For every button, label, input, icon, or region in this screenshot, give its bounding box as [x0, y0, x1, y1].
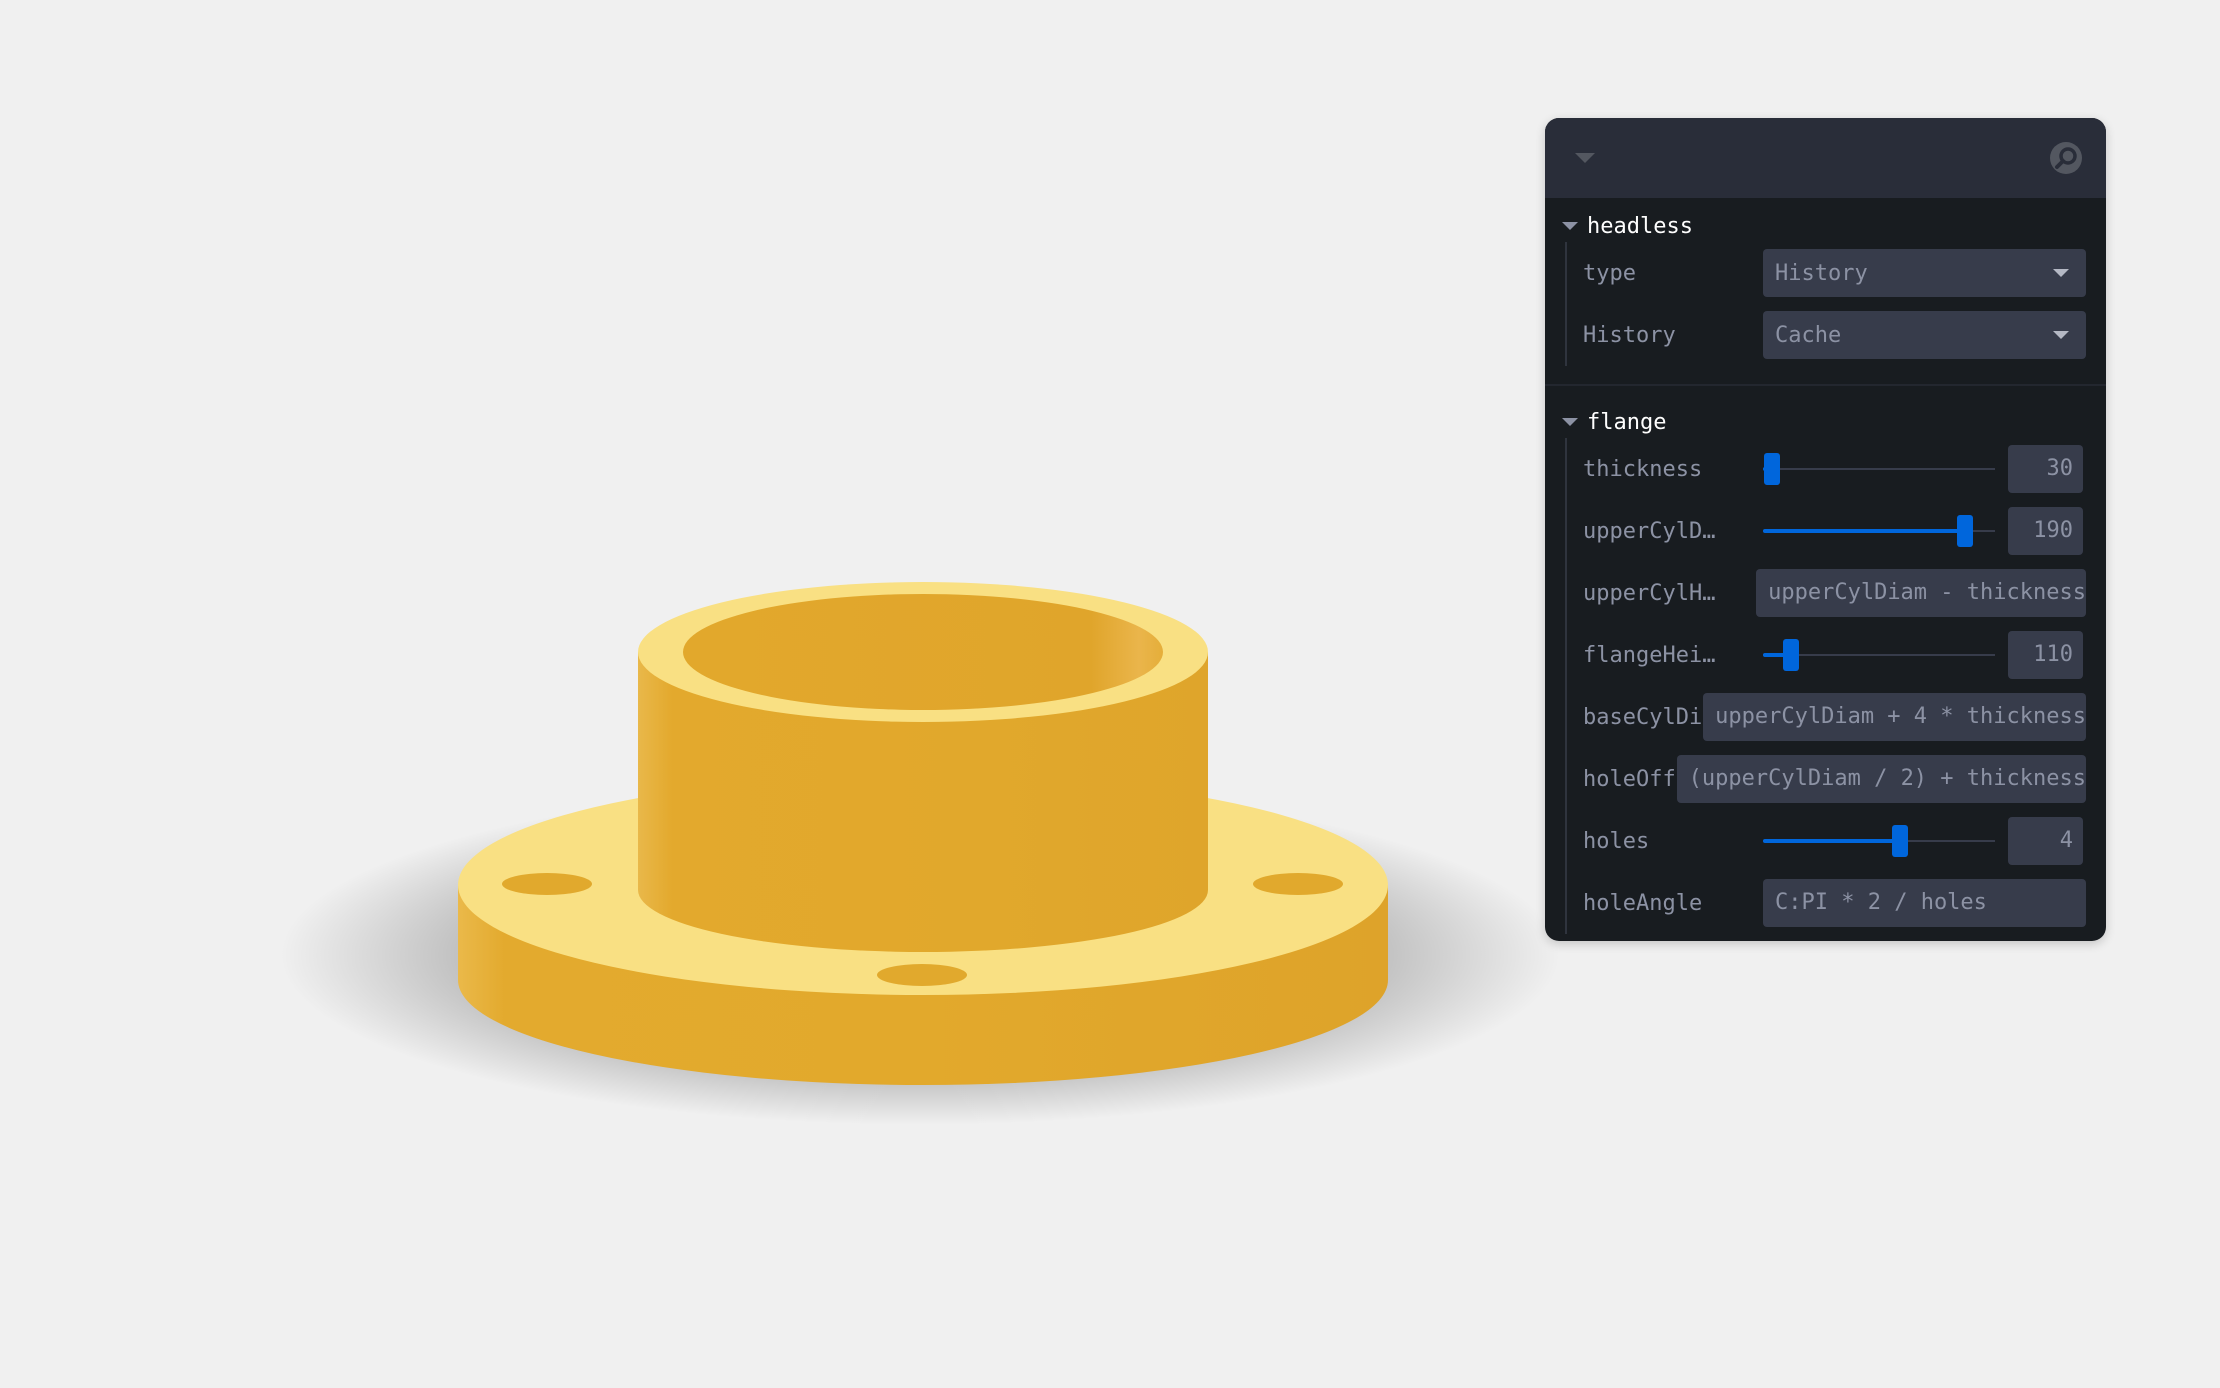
control-row-hole-offset: holeOffset (upperCylDiam / 2) + thicknes… [1583, 748, 2086, 810]
control-row-type: type History [1583, 242, 2086, 304]
folder-body-flange: thickness 30 upperCylD… 190 upperCylH… u… [1565, 438, 2106, 934]
control-label: flangeHei… [1583, 642, 1716, 668]
thickness-slider[interactable] [1763, 445, 1995, 493]
upper-cyl-diam-slider[interactable] [1763, 507, 1995, 555]
control-row-history: History Cache [1583, 304, 2086, 366]
slider-handle[interactable] [1782, 639, 1799, 671]
thickness-input[interactable]: 30 [2008, 445, 2083, 493]
chevron-down-icon [2053, 331, 2069, 339]
control-label: holes [1583, 828, 1650, 854]
folder-divider [1545, 384, 2106, 386]
folder-title: flange [1587, 409, 1667, 435]
upper-cyl-height-input[interactable]: upperCylDiam - thickness [1756, 569, 2086, 617]
slider-handle[interactable] [1764, 453, 1781, 485]
control-row-upper-cyl-diam: upperCylD… 190 [1583, 500, 2086, 562]
control-row-holes: holes 4 [1583, 810, 2086, 872]
control-label: upperCylD… [1583, 518, 1716, 544]
holes-slider[interactable] [1763, 817, 1995, 865]
chevron-down-icon [1562, 222, 1578, 230]
folder-flange[interactable]: flange [1545, 406, 2106, 438]
upper-cyl-diam-input[interactable]: 190 [2008, 507, 2083, 555]
holes-input[interactable]: 4 [2008, 817, 2083, 865]
base-cyl-diam-input[interactable]: upperCylDiam + 4 * thickness [1703, 693, 2086, 741]
control-row-flange-height: flangeHei… 110 [1583, 624, 2086, 686]
select-value: Cache [1775, 322, 1842, 348]
control-label: thickness [1583, 456, 1703, 482]
controls-panel: headless type History History Cache flan… [1545, 118, 2106, 941]
folder-title: headless [1587, 213, 1693, 239]
chevron-down-icon [1562, 418, 1578, 426]
control-row-base-cyl-diam: baseCylDi… upperCylDiam + 4 * thickness [1583, 686, 2086, 748]
chevron-down-icon [2053, 269, 2069, 277]
flange-height-input[interactable]: 110 [2008, 631, 2083, 679]
select-value: History [1775, 260, 1868, 286]
bolt-hole-left [502, 873, 592, 895]
control-label: upperCylH… [1583, 580, 1716, 606]
slider-handle[interactable] [1891, 825, 1908, 857]
hole-offset-input[interactable]: (upperCylDiam / 2) + thickness [1676, 755, 2086, 803]
bolt-hole-front [877, 964, 967, 986]
flange-height-slider[interactable] [1763, 631, 1995, 679]
control-label: holeOffset [1583, 766, 1677, 792]
control-row-hole-angle: holeAngle C:PI * 2 / holes [1583, 872, 2086, 934]
control-label: holeAngle [1583, 890, 1703, 916]
control-label: type [1583, 260, 1636, 286]
type-select[interactable]: History [1763, 249, 2086, 297]
control-row-upper-cyl-height: upperCylH… upperCylDiam - thickness [1583, 562, 2086, 624]
control-row-thickness: thickness 30 [1583, 438, 2086, 500]
slider-handle[interactable] [1956, 515, 1973, 547]
history-select[interactable]: Cache [1763, 311, 2086, 359]
search-icon[interactable] [2048, 140, 2084, 176]
folder-body-headless: type History History Cache [1565, 242, 2106, 366]
control-label: baseCylDi… [1583, 704, 1704, 730]
bolt-hole-right [1253, 873, 1343, 895]
folder-headless[interactable]: headless [1545, 210, 2106, 242]
chevron-down-icon[interactable] [1573, 148, 1597, 168]
panel-header[interactable] [1545, 118, 2106, 198]
hole-angle-input[interactable]: C:PI * 2 / holes [1763, 879, 2086, 927]
control-label: History [1583, 322, 1676, 348]
